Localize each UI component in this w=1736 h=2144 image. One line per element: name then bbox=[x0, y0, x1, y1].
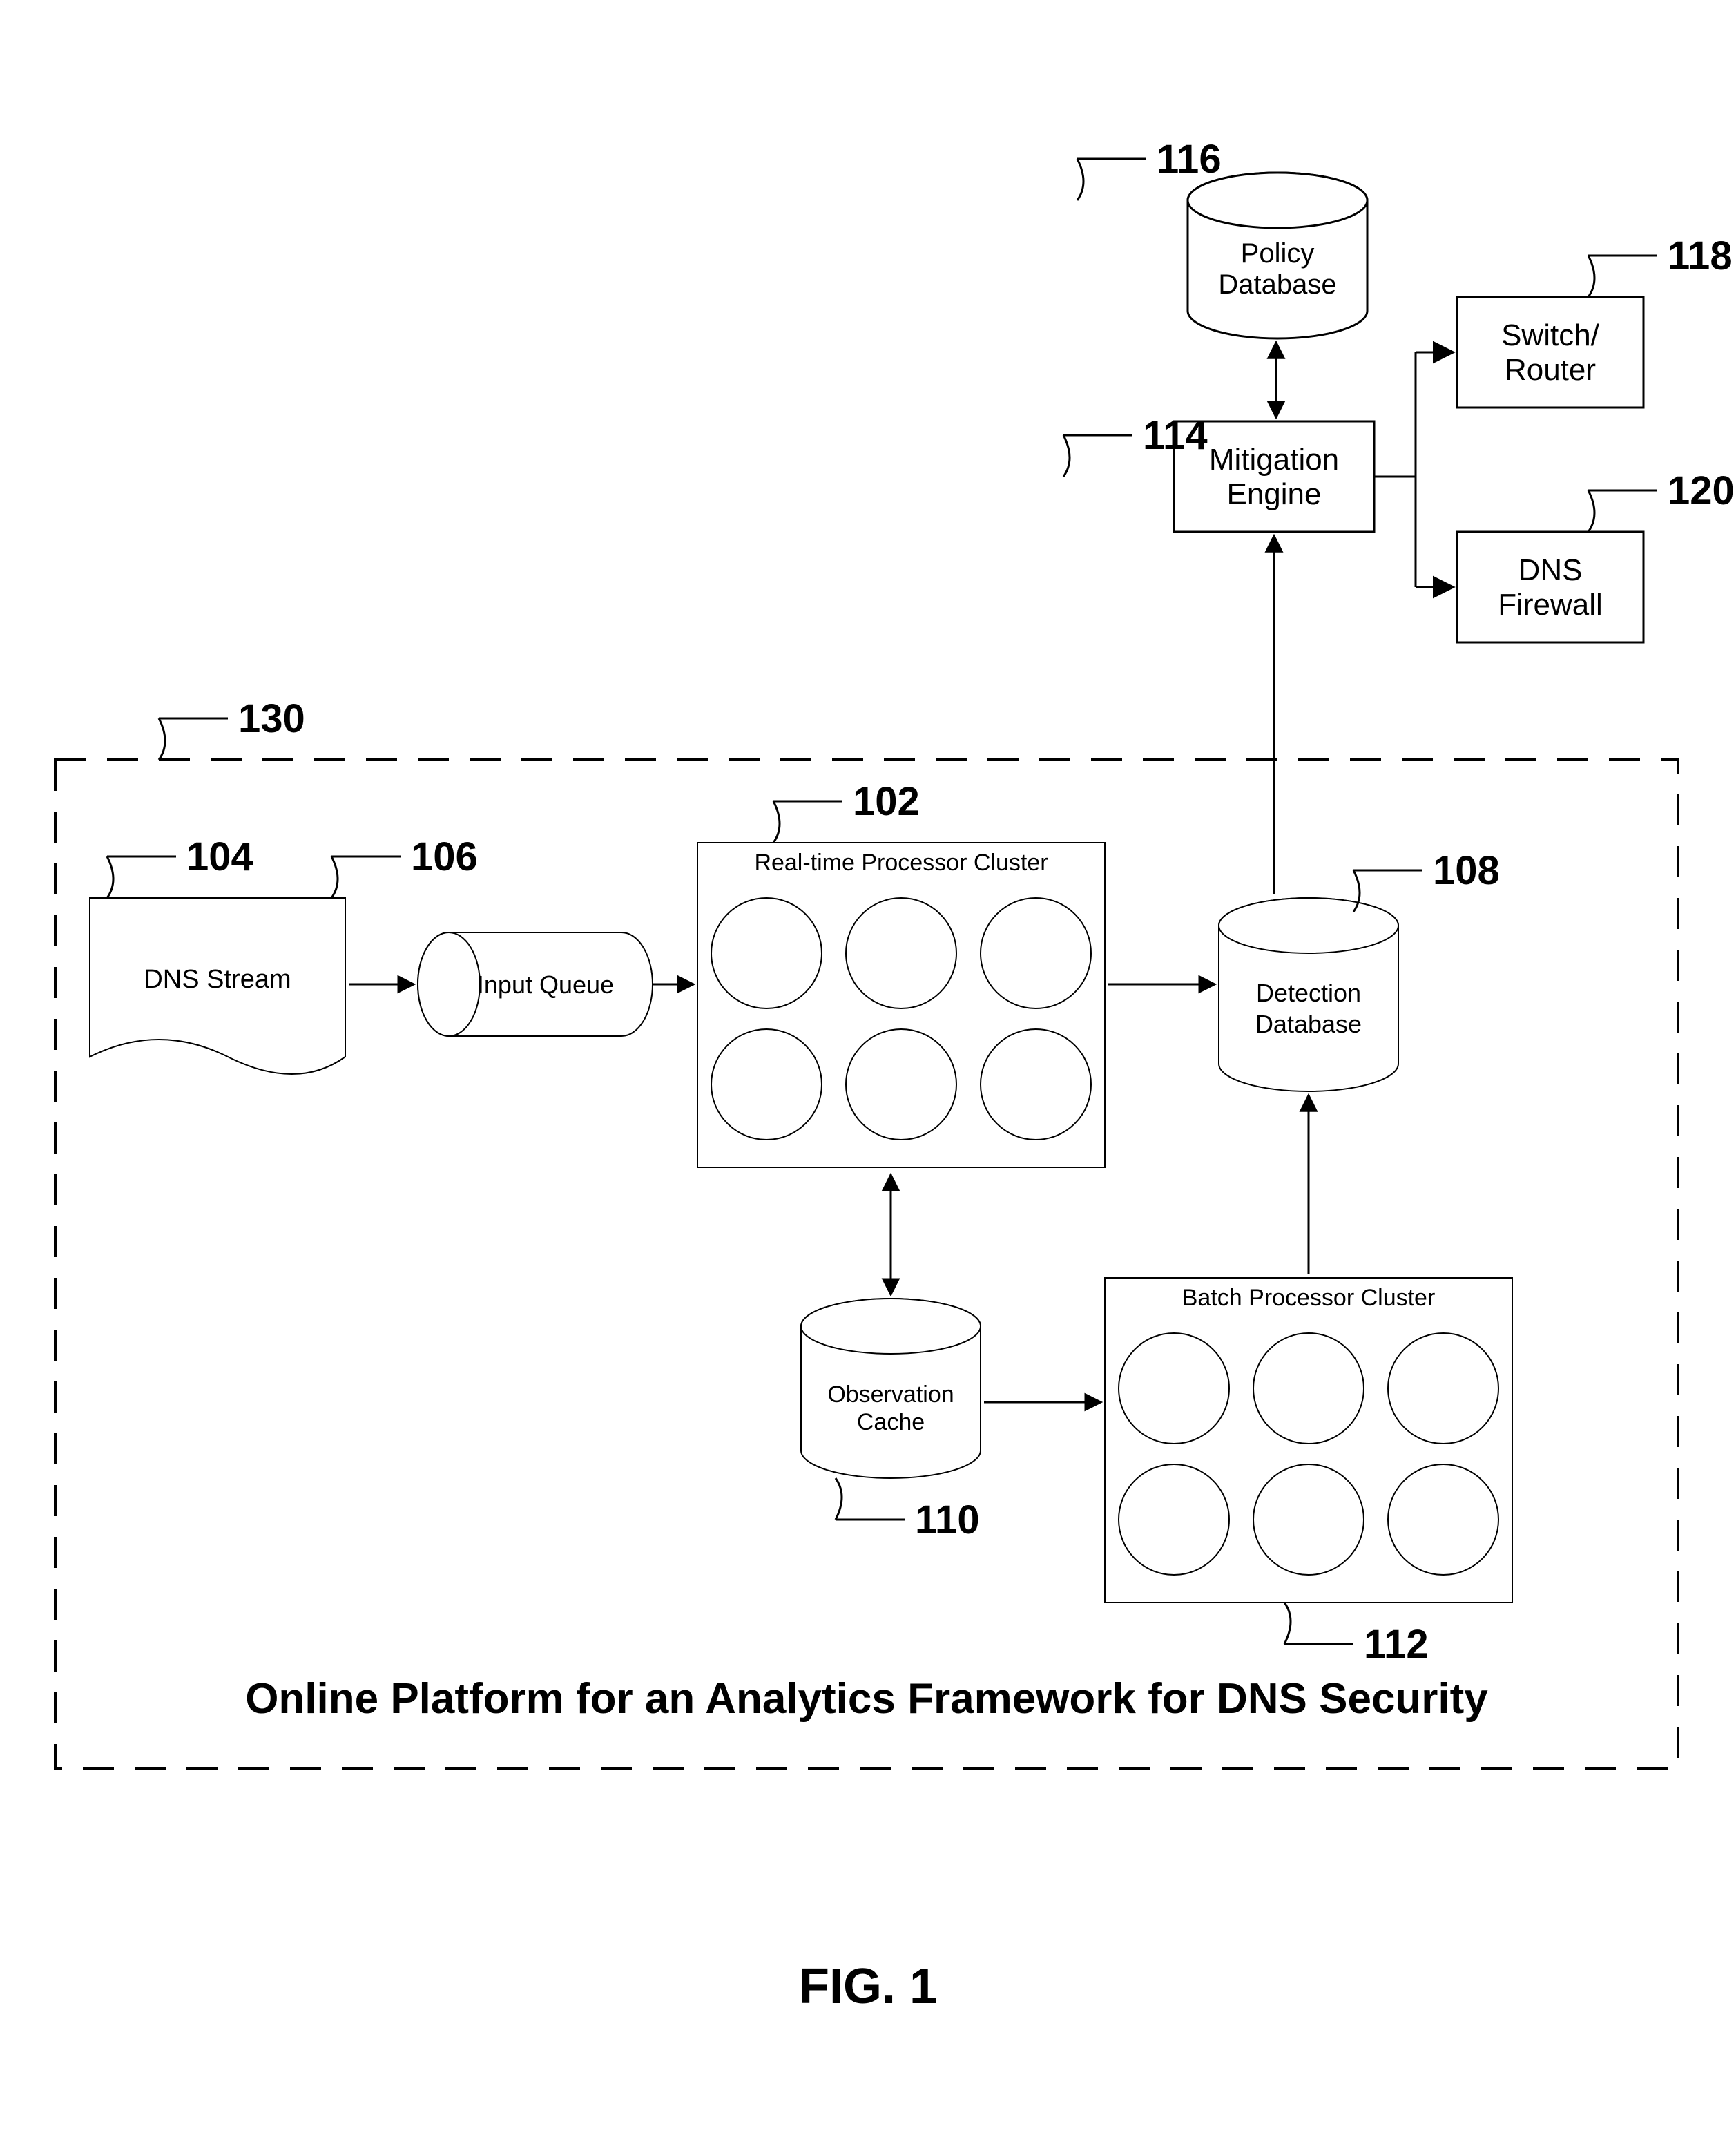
mitigation-label-1: Mitigation bbox=[1209, 443, 1339, 477]
figure-caption: FIG. 1 bbox=[799, 1959, 937, 2014]
ref-114: 114 bbox=[1143, 413, 1208, 458]
batch-cluster-label: Batch Processor Cluster bbox=[1182, 1285, 1436, 1311]
observation-cache-label-1: Observation bbox=[827, 1381, 954, 1408]
ref-118: 118 bbox=[1668, 233, 1733, 278]
dns-fw-label-2: Firewall bbox=[1498, 588, 1603, 622]
ref-110: 110 bbox=[915, 1497, 980, 1542]
policy-db-label-1: Policy bbox=[1241, 238, 1315, 269]
ref-callout-104 bbox=[107, 856, 113, 898]
input-queue-cylinder: Input Queue bbox=[418, 932, 653, 1036]
ref-112: 112 bbox=[1364, 1622, 1429, 1667]
ref-120: 120 bbox=[1668, 468, 1735, 513]
platform-title: Online Platform for an Analytics Framewo… bbox=[245, 1675, 1488, 1723]
ref-callout-102 bbox=[773, 801, 780, 843]
ref-callout-112 bbox=[1284, 1602, 1291, 1644]
ref-callout-116 bbox=[1077, 159, 1083, 200]
ref-callout-118 bbox=[1588, 256, 1594, 297]
ref-116: 116 bbox=[1157, 137, 1222, 182]
switch-label-1: Switch/ bbox=[1501, 318, 1600, 352]
realtime-cluster-label: Real-time Processor Cluster bbox=[754, 850, 1048, 876]
dns-fw-label-1: DNS bbox=[1518, 553, 1583, 587]
observation-cache-label-2: Cache bbox=[857, 1409, 925, 1435]
detection-db-cylinder: Detection Database bbox=[1219, 898, 1398, 1091]
ref-callout-130 bbox=[159, 718, 165, 760]
input-queue-label: Input Queue bbox=[477, 970, 614, 999]
ref-callout-120 bbox=[1588, 490, 1594, 532]
detection-db-label-1: Detection bbox=[1256, 979, 1361, 1007]
switch-router-box: Switch/ Router bbox=[1457, 297, 1643, 408]
ref-callout-114 bbox=[1063, 435, 1070, 477]
ref-108: 108 bbox=[1433, 848, 1500, 893]
dns-stream-label: DNS Stream bbox=[144, 965, 291, 994]
dns-firewall-box: DNS Firewall bbox=[1457, 532, 1643, 642]
detection-db-label-2: Database bbox=[1255, 1010, 1362, 1038]
dns-stream-doc: DNS Stream bbox=[90, 898, 345, 1074]
ref-callout-110 bbox=[836, 1478, 842, 1520]
mitigation-label-2: Engine bbox=[1226, 477, 1321, 511]
policy-db-label-2: Database bbox=[1218, 269, 1336, 300]
batch-cluster: Batch Processor Cluster bbox=[1105, 1278, 1512, 1602]
policy-db-cylinder: Policy Database bbox=[1188, 173, 1367, 338]
ref-106: 106 bbox=[411, 834, 478, 879]
diagram-canvas: Online Platform for an Analytics Framewo… bbox=[0, 0, 1736, 2141]
ref-callout-106 bbox=[331, 856, 338, 898]
ref-130: 130 bbox=[238, 696, 305, 741]
arrow-mitigation-branch bbox=[1374, 352, 1454, 587]
ref-102: 102 bbox=[853, 779, 920, 824]
switch-label-2: Router bbox=[1505, 353, 1596, 387]
realtime-cluster: Real-time Processor Cluster bbox=[697, 843, 1105, 1167]
ref-104: 104 bbox=[186, 834, 253, 879]
observation-cache-cylinder: Observation Cache bbox=[801, 1299, 981, 1478]
